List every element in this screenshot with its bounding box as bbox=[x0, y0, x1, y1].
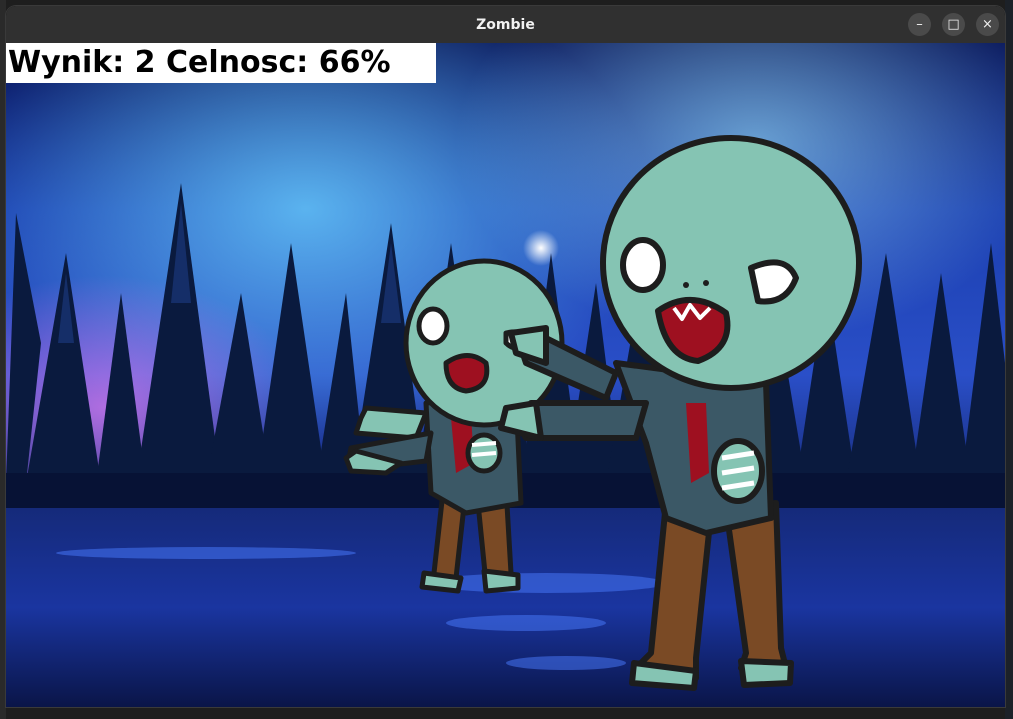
window-title: Zombie bbox=[476, 16, 535, 33]
close-button[interactable]: × bbox=[976, 13, 999, 36]
score-accuracy-label: Wynik: 2 Celnosc: 66% bbox=[6, 43, 436, 83]
maximize-button[interactable]: □ bbox=[942, 13, 965, 36]
desktop-background-right bbox=[1005, 0, 1013, 719]
minimize-icon: – bbox=[916, 17, 923, 32]
close-icon: × bbox=[982, 17, 993, 32]
minimize-button[interactable]: – bbox=[908, 13, 931, 36]
window-titlebar[interactable]: Zombie – □ × bbox=[6, 6, 1005, 43]
game-window: Zombie – □ × Wynik: 2 Celnosc: 66% bbox=[6, 6, 1005, 707]
game-canvas[interactable]: Wynik: 2 Celnosc: 66% bbox=[6, 43, 1005, 707]
star-light bbox=[523, 230, 559, 266]
maximize-icon: □ bbox=[947, 17, 960, 32]
game-scene bbox=[6, 43, 1005, 707]
